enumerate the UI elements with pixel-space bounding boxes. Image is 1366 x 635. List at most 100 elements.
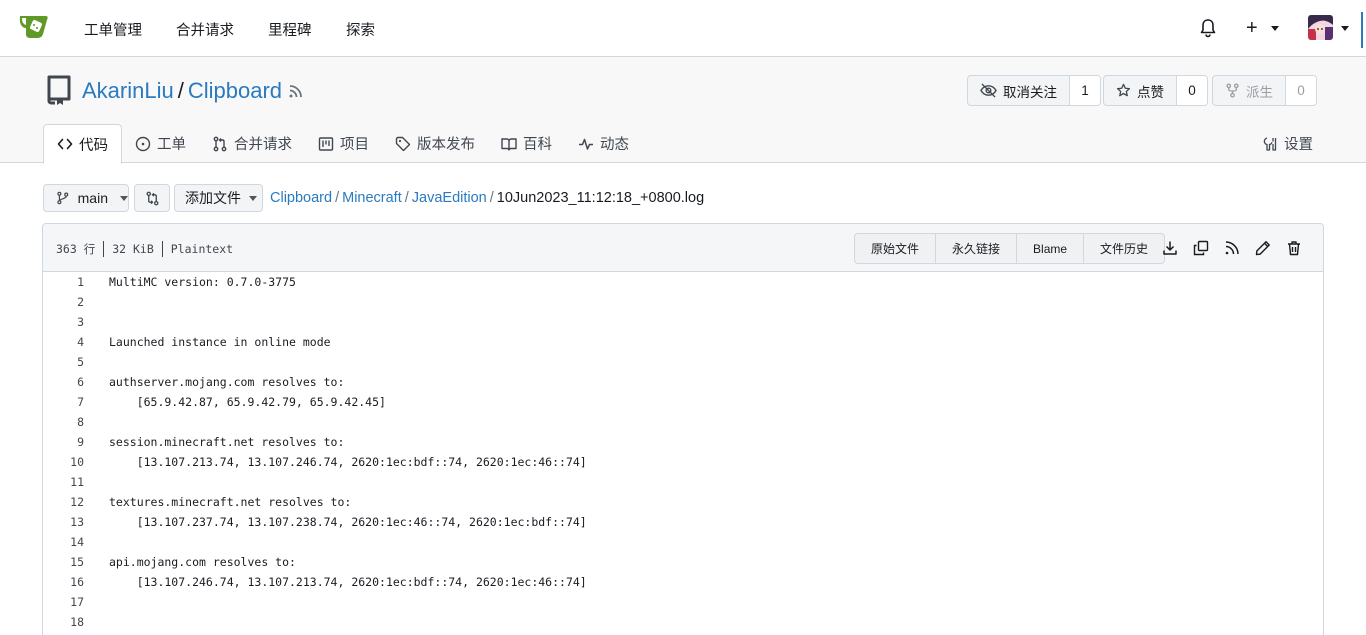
line-number[interactable]: 13 — [43, 515, 84, 529]
unwatch-button-group[interactable]: 取消关注 1 — [967, 75, 1101, 106]
nav-pull-requests[interactable]: 合并请求 — [176, 19, 234, 40]
star-count[interactable]: 0 — [1177, 76, 1207, 105]
line-content: [13.107.213.74, 13.107.246.74, 2620:1ec:… — [109, 455, 587, 469]
line-number[interactable]: 1 — [43, 275, 84, 289]
tab-releases[interactable]: 版本发布 — [382, 124, 488, 163]
line-number[interactable]: 9 — [43, 435, 84, 449]
code-line: 4 Launched instance in online mode — [43, 332, 1323, 352]
line-number[interactable]: 10 — [43, 455, 84, 469]
tab-activity-label: 动态 — [600, 137, 629, 153]
compare-button[interactable] — [134, 184, 170, 212]
plus-icon[interactable]: + — [1246, 18, 1258, 38]
line-content: MultiMC version: 0.7.0-3775 — [109, 275, 296, 289]
file-history-button[interactable]: 文件历史 — [1084, 234, 1164, 263]
line-number[interactable]: 18 — [43, 615, 84, 629]
tab-wiki-label: 百科 — [523, 137, 552, 153]
tab-releases-label: 版本发布 — [417, 137, 475, 153]
unwatch-button[interactable]: 取消关注 — [968, 76, 1070, 105]
branch-icon — [57, 191, 69, 205]
pencil-icon[interactable] — [1255, 240, 1271, 256]
line-number[interactable]: 11 — [43, 475, 84, 489]
pulse-icon — [579, 138, 593, 150]
tab-issues[interactable]: 工单 — [122, 124, 199, 163]
line-number[interactable]: 12 — [43, 495, 84, 509]
code-icon — [57, 138, 73, 150]
code-line: 16 [13.107.246.74, 13.107.213.74, 2620:1… — [43, 572, 1323, 592]
tab-settings[interactable]: 设置 — [1262, 124, 1313, 163]
breadcrumb: Clipboard / Minecraft / JavaEdition/10Jun202… — [270, 190, 704, 206]
pull-request-icon — [213, 136, 227, 151]
line-content: [13.107.237.74, 13.107.238.74, 2620:1ec:… — [109, 515, 587, 529]
rss-icon[interactable] — [288, 84, 303, 99]
raw-file-button[interactable]: 原始文件 — [855, 234, 937, 263]
line-content: [13.107.246.74, 13.107.213.74, 2620:1ec:… — [109, 575, 587, 589]
nav-milestones[interactable]: 里程碑 — [268, 19, 312, 40]
line-number[interactable]: 7 — [43, 395, 84, 409]
gitea-logo-icon[interactable] — [18, 12, 50, 40]
repo-title-separator: / — [177, 78, 184, 103]
repo-owner-link[interactable]: AkarinLiu — [82, 78, 174, 103]
chevron-down-icon — [249, 195, 257, 201]
add-file-label: 添加文件 — [185, 190, 241, 206]
code-line: 1 MultiMC version: 0.7.0-3775 — [43, 272, 1323, 292]
compare-icon — [145, 191, 159, 205]
trash-icon[interactable] — [1286, 240, 1302, 256]
code-line: 9 session.minecraft.net resolves to: — [43, 432, 1323, 452]
repo-icon — [45, 74, 73, 106]
tab-code[interactable]: 代码 — [43, 124, 122, 164]
rss-icon[interactable] — [1224, 240, 1240, 256]
chevron-down-icon[interactable] — [1341, 26, 1349, 31]
blame-button[interactable]: Blame — [1017, 234, 1085, 263]
fork-icon — [1226, 83, 1239, 98]
copy-icon[interactable] — [1193, 240, 1209, 256]
download-icon[interactable] — [1162, 240, 1178, 256]
code-line: 12 textures.minecraft.net resolves to: — [43, 492, 1323, 512]
fork-button[interactable]: 派生 — [1213, 76, 1286, 105]
line-number[interactable]: 14 — [43, 535, 84, 549]
tab-wiki[interactable]: 百科 — [488, 124, 565, 163]
watch-count[interactable]: 1 — [1070, 76, 1100, 105]
issue-icon — [135, 136, 151, 151]
branch-selector[interactable]: main — [43, 184, 129, 212]
tab-activity[interactable]: 动态 — [565, 124, 642, 163]
repo-name-link[interactable]: Clipboard — [188, 78, 282, 103]
breadcrumb-separator: / — [489, 190, 494, 206]
permalink-button[interactable]: 永久链接 — [936, 234, 1018, 263]
star-button-group[interactable]: 点赞 0 — [1103, 75, 1208, 106]
bell-icon[interactable] — [1199, 18, 1217, 38]
breadcrumb-minecraft[interactable]: Minecraft — [342, 190, 402, 206]
divider — [103, 241, 105, 257]
line-number[interactable]: 2 — [43, 295, 84, 309]
nav-issues[interactable]: 工单管理 — [84, 19, 142, 40]
code-line: 14 — [43, 532, 1323, 552]
file-line-count: 363 行 — [56, 242, 96, 256]
star-button[interactable]: 点赞 — [1104, 76, 1177, 105]
line-number[interactable]: 15 — [43, 555, 84, 569]
line-number[interactable]: 5 — [43, 355, 84, 369]
top-navbar: 工单管理 合并请求 里程碑 探索 + — [0, 0, 1366, 57]
breadcrumb-javaedition[interactable]: JavaEdition — [412, 190, 487, 206]
fork-button-group[interactable]: 派生 0 — [1212, 75, 1317, 106]
chevron-down-icon[interactable] — [1271, 26, 1279, 31]
line-number[interactable]: 16 — [43, 575, 84, 589]
fork-count[interactable]: 0 — [1286, 76, 1316, 105]
line-number[interactable]: 8 — [43, 415, 84, 429]
line-number[interactable]: 17 — [43, 595, 84, 609]
avatar[interactable] — [1308, 15, 1333, 40]
file-action-group: 原始文件 永久链接 Blame 文件历史 — [854, 233, 1166, 264]
line-content: Launched instance in online mode — [109, 335, 331, 349]
nav-explore[interactable]: 探索 — [346, 19, 375, 40]
breadcrumb-clipboard[interactable]: Clipboard — [270, 190, 332, 206]
tab-projects[interactable]: 项目 — [305, 124, 382, 163]
tab-pull-requests[interactable]: 合并请求 — [199, 124, 305, 163]
add-file-button[interactable]: 添加文件 — [174, 184, 263, 212]
file-type: Plaintext — [170, 242, 234, 256]
breadcrumb-separator: / — [404, 190, 409, 206]
code-line: 7 [65.9.42.87, 65.9.42.79, 65.9.42.45] — [43, 392, 1323, 412]
code-line: 13 [13.107.237.74, 13.107.238.74, 2620:1… — [43, 512, 1323, 532]
tab-code-label: 代码 — [79, 137, 108, 154]
tag-icon — [395, 136, 411, 151]
line-number[interactable]: 4 — [43, 335, 84, 349]
line-number[interactable]: 3 — [43, 315, 84, 329]
line-number[interactable]: 6 — [43, 375, 84, 389]
